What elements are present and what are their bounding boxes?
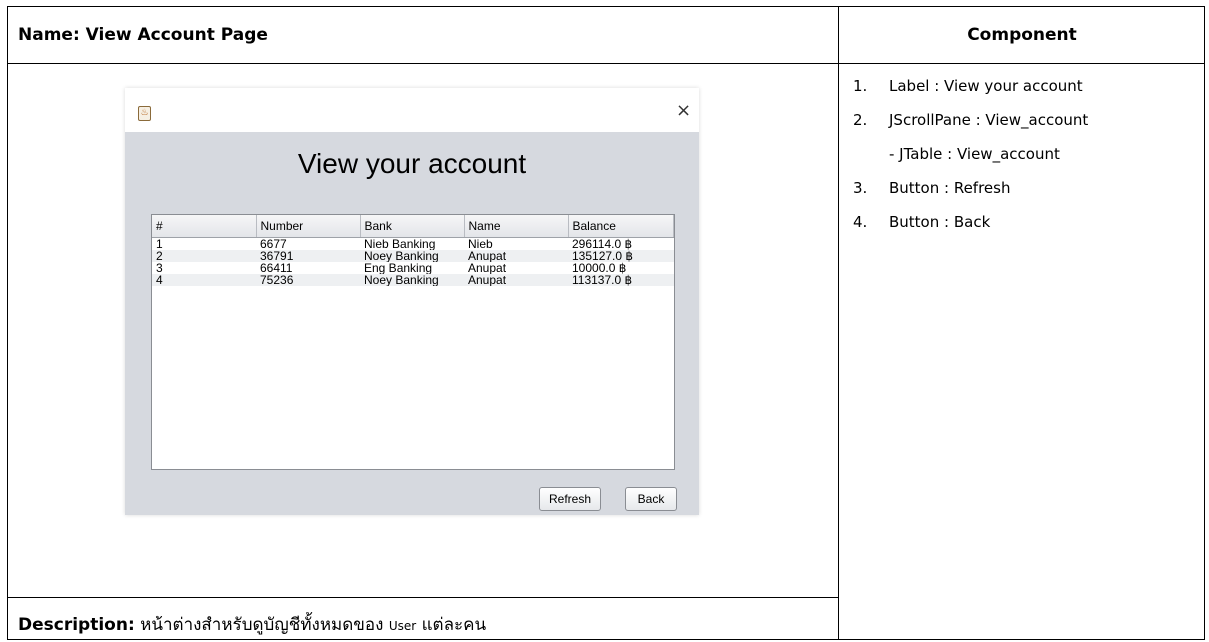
cell-bank: Noey Banking (360, 249, 464, 262)
column-divider (838, 7, 839, 639)
column-header-balance[interactable]: Balance (568, 215, 674, 238)
window-titlebar: ♨ × (125, 88, 699, 132)
cell-number: 66411 (260, 261, 293, 274)
component-item-refresh: 3. Button : Refresh (853, 179, 1011, 197)
cell-name: Anupat (464, 249, 568, 262)
header-divider (8, 63, 1204, 64)
cell-balance: 135127.0 ฿ (568, 249, 674, 262)
column-header-name[interactable]: Name (464, 215, 569, 238)
component-subitem-jtable: - JTable : View_account (889, 145, 1060, 163)
description-text: หน้าต่างสำหรับดูบัญชีทั้งหมดของ (134, 615, 389, 635)
cell-balance: 113137.0 ฿ (568, 273, 674, 286)
component-list: 1. Label : View your account 2. JScrollP… (853, 77, 1088, 247)
component-header: Component (967, 25, 1077, 45)
column-header-bank[interactable]: Bank (360, 215, 465, 238)
column-header-index[interactable]: # (152, 215, 257, 238)
description-suffix: แต่ละคน (416, 615, 487, 635)
description-user: User (388, 619, 417, 633)
cell-name: Nieb (468, 237, 493, 250)
close-icon[interactable]: × (676, 100, 691, 121)
table-header-row: # Number Bank Name Balance (152, 215, 674, 238)
page-name-header: Name: View Account Page (18, 25, 268, 45)
cell-name: Anupat (464, 273, 568, 286)
component-item-scrollpane: 2. JScrollPane : View_account (853, 111, 1089, 129)
description: Description: หน้าต่างสำหรับดูบัญชีทั้งหม… (18, 611, 486, 638)
view-account-window: ♨ × View your account # Number Bank Name… (125, 88, 699, 515)
column-header-number[interactable]: Number (256, 215, 361, 238)
cell-index: 4 (152, 273, 256, 286)
back-button[interactable]: Back (625, 487, 677, 511)
cell-bank: Noey Banking (360, 273, 464, 286)
component-item-back: 4. Button : Back (853, 213, 991, 231)
cell-number: 75236 (256, 273, 360, 286)
component-item-label: 1. Label : View your account (853, 77, 1083, 95)
table-row[interactable]: 1 6677 Nieb Banking Nieb 296114.0 ฿ (152, 237, 674, 250)
cell-name: Anupat (468, 261, 507, 274)
cell-balance: 296114.0 ฿ (572, 237, 633, 250)
description-divider (8, 597, 838, 598)
cell-index: 1 (156, 237, 163, 250)
table-row[interactable]: 4 75236 Noey Banking Anupat 113137.0 ฿ (152, 273, 674, 286)
cell-balance: 10000.0 ฿ (572, 261, 627, 274)
table-row[interactable]: 2 36791 Noey Banking Anupat 135127.0 ฿ (152, 249, 674, 262)
refresh-button[interactable]: Refresh (539, 487, 601, 511)
table-row[interactable]: 3 66411 Eng Banking Anupat 10000.0 ฿ (152, 262, 674, 274)
cell-number: 36791 (256, 249, 360, 262)
cell-index: 2 (152, 249, 256, 262)
cell-index: 3 (156, 261, 163, 274)
java-cup-icon: ♨ (138, 106, 151, 121)
cell-bank: Eng Banking (364, 261, 433, 274)
view-account-title: View your account (297, 148, 527, 179)
cell-number: 6677 (260, 237, 287, 250)
account-table[interactable]: # Number Bank Name Balance 1 6677 Nieb B… (152, 215, 674, 286)
cell-bank: Nieb Banking (364, 237, 436, 250)
account-scroll-pane[interactable]: # Number Bank Name Balance 1 6677 Nieb B… (151, 214, 675, 470)
description-label: Description: (18, 615, 135, 635)
